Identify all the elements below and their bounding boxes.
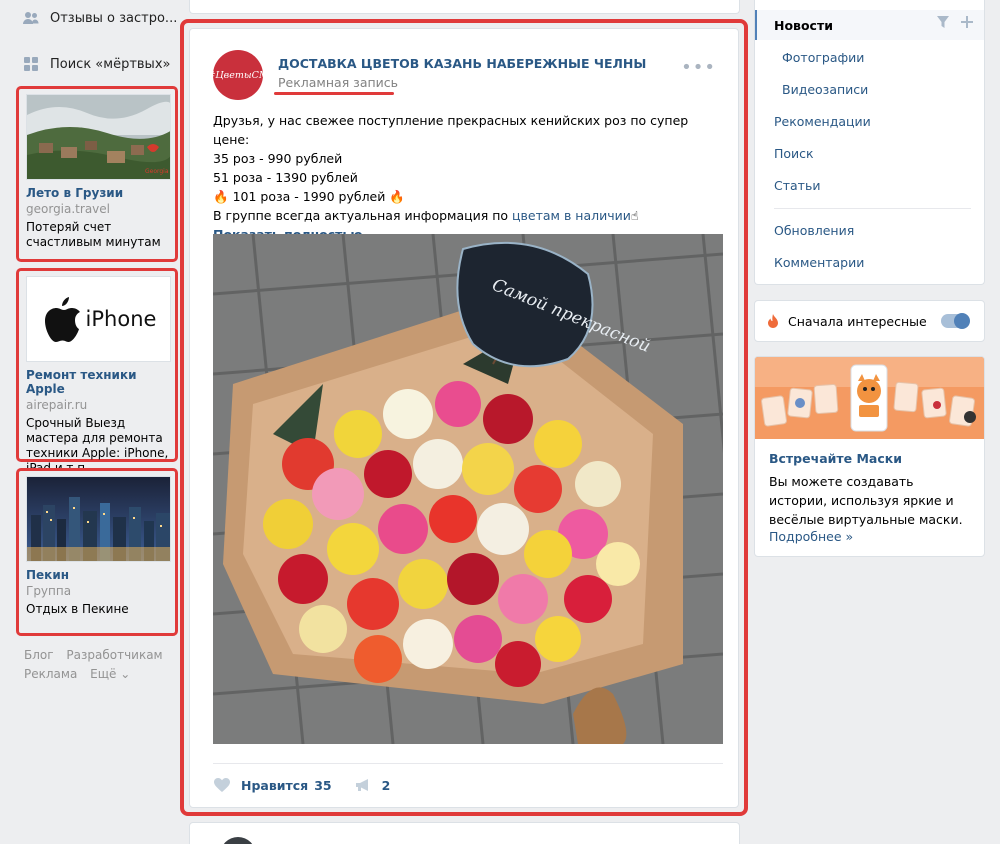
menu-item-label: Поиск <box>774 145 814 161</box>
masks-description: Вы можете создавать истории, используя я… <box>769 474 963 527</box>
next-post <box>189 822 740 844</box>
ad-title[interactable]: Ремонт техники Apple <box>26 368 170 396</box>
finger-up-emoji-icon: ☝ <box>630 208 639 223</box>
next-post-avatar[interactable] <box>220 837 256 844</box>
post-avatar[interactable]: #ЦветыСМ <box>207 50 269 100</box>
menu-item-label: Статьи <box>774 177 821 193</box>
post-text-line: 51 роза - 1390 рублей <box>213 170 358 185</box>
ad-description: Потеряй счет счастливым минутам <box>26 220 161 249</box>
menu-item-updates[interactable]: Обновления <box>755 215 984 245</box>
ad-domain: Группа <box>26 584 72 598</box>
masks-title[interactable]: Встречайте Маски <box>769 451 984 466</box>
ad-description: Отдых в Пекине <box>26 602 129 616</box>
ad-label-underline <box>274 92 394 95</box>
apple-logo-icon <box>44 297 80 342</box>
interesting-first-label: Сначала интересные <box>788 313 927 329</box>
nav-item-search-dead[interactable]: Поиск «мёртвых» <box>22 52 170 76</box>
post-text-fragment: В группе всегда актуальная информация по <box>213 208 513 223</box>
ad-block-apple-repair[interactable]: iPhone Ремонт техники Apple airepair.ru … <box>16 268 178 475</box>
footer-link-more[interactable]: Ещё ⌄ <box>90 667 130 681</box>
masks-banner[interactable] <box>755 357 984 439</box>
nav-item-reviews[interactable]: Отзывы о застро... <box>22 6 177 30</box>
post-hashtag-link[interactable]: цветам в наличии <box>512 208 631 223</box>
ad-label: Рекламная запись <box>278 75 399 90</box>
post-actions: Нравится 35 2 <box>213 777 412 793</box>
svg-text:Georgia: Georgia <box>145 168 169 175</box>
share-count: 2 <box>381 777 391 793</box>
post-author-link[interactable]: ДОСТАВКА ЦВЕТОВ КАЗАНЬ НАБЕРЕЖНЫЕ ЧЕЛНЫ <box>278 56 646 71</box>
ad-description: Срочный Выезд мастера для ремонта техник… <box>26 416 169 475</box>
menu-item-label: Видеозаписи <box>782 81 869 97</box>
previous-post-bottom <box>189 0 740 14</box>
ad-post: #ЦветыСМ ДОСТАВКА ЦВЕТОВ КАЗАНЬ НАБЕРЕЖН… <box>189 28 739 808</box>
ad-domain: georgia.travel <box>26 202 110 216</box>
footer-link-ads[interactable]: Реклама <box>24 667 77 681</box>
menu-item-label: Рекомендации <box>774 113 871 129</box>
post-text-line: В группе всегда актуальная информация по… <box>213 206 723 225</box>
ad-title[interactable]: Лето в Грузии <box>26 186 170 200</box>
interesting-first-setting: Сначала интересные <box>754 300 985 342</box>
menu-item-label: Новости <box>774 17 833 33</box>
ad-domain: airepair.ru <box>26 398 88 412</box>
post-text: Друзья, у нас свежее поступление прекрас… <box>213 111 723 244</box>
masks-promo: Встречайте Маски Вы можете создавать ист… <box>754 356 985 557</box>
like-count: 35 <box>314 777 332 793</box>
post-photo[interactable]: Самой прекрасной <box>213 234 723 744</box>
ad-image-caption: iPhone <box>85 307 157 331</box>
nav-item-label: Поиск «мёртвых» <box>50 56 171 72</box>
megaphone-icon <box>355 779 368 791</box>
ad-image <box>26 476 171 562</box>
share-button[interactable]: 2 <box>354 777 391 793</box>
fire-emoji-icon: 🔥 <box>213 189 229 204</box>
ad-title[interactable]: Пекин <box>26 568 170 582</box>
menu-item-recommendations[interactable]: Рекомендации <box>755 106 984 136</box>
menu-item-label: Обновления <box>774 222 855 238</box>
filter-icon[interactable] <box>936 15 950 29</box>
post-more-button[interactable]: ••• <box>681 57 716 78</box>
post-text-line: Друзья, у нас свежее поступление прекрас… <box>213 113 689 147</box>
menu-item-photos[interactable]: Фотографии <box>755 42 984 72</box>
menu-item-articles[interactable]: Статьи <box>755 170 984 200</box>
apps-grid-icon <box>22 55 40 73</box>
menu-item-label: Фотографии <box>782 49 865 65</box>
nav-item-label: Отзывы о застро... <box>50 10 178 26</box>
heart-icon <box>214 778 230 792</box>
plus-icon[interactable] <box>960 15 974 29</box>
like-label: Нравится <box>241 777 309 793</box>
footer-links: Блог Разработчикам Реклама Ещё ⌄ <box>24 646 184 684</box>
menu-item-search[interactable]: Поиск <box>755 138 984 168</box>
menu-item-comments[interactable]: Комментарии <box>755 247 984 277</box>
footer-link-blog[interactable]: Блог <box>24 648 54 662</box>
users-icon <box>22 9 40 27</box>
flame-icon <box>768 314 778 328</box>
menu-item-label: Комментарии <box>774 254 865 270</box>
ad-image: Georgia <box>26 94 171 180</box>
ad-block-georgia[interactable]: Georgia Лето в Грузии georgia.travel Пот… <box>16 86 178 262</box>
ad-block-beijing[interactable]: Пекин Группа Отдых в Пекине <box>16 468 178 636</box>
post-text-line: 35 роз - 990 рублей <box>213 151 343 166</box>
menu-divider <box>774 208 971 209</box>
like-button[interactable]: Нравится 35 <box>213 777 332 793</box>
post-text-line: 🔥 101 роза - 1990 рублей 🔥 <box>213 187 723 206</box>
interesting-first-toggle[interactable] <box>941 313 970 329</box>
news-tools <box>936 15 974 29</box>
footer-link-developers[interactable]: Разработчикам <box>66 648 162 662</box>
fire-emoji-icon: 🔥 <box>389 189 405 204</box>
post-divider <box>213 763 723 764</box>
masks-more-link[interactable]: Подробнее » <box>769 529 984 544</box>
news-filter-menu: Новости Фотографии Видеозаписи Рекоменда… <box>754 0 985 285</box>
post-text-price: 101 роза - 1990 рублей <box>232 189 386 204</box>
menu-item-videos[interactable]: Видеозаписи <box>755 74 984 104</box>
ad-image: iPhone <box>26 276 171 362</box>
post-highlight-frame: #ЦветыСМ ДОСТАВКА ЦВЕТОВ КАЗАНЬ НАБЕРЕЖН… <box>180 19 748 816</box>
